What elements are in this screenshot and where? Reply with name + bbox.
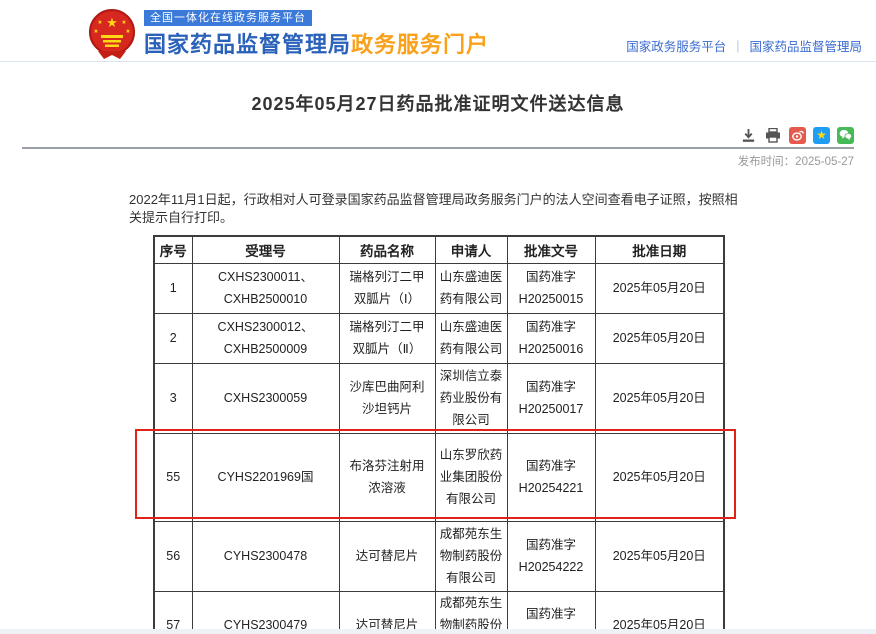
site-title: 国家药品监督管理局政务服务门户	[144, 27, 489, 59]
table-cell: CYHS2300479	[192, 591, 339, 634]
site-header: ★ ★ ★ ★ ★ 全国一体化在线政务服务平台 国家药品监督管理局政务服务门户 …	[0, 0, 876, 62]
svg-text:★: ★	[97, 19, 102, 26]
nav-link-nmpa[interactable]: 国家药品监督管理局	[749, 36, 862, 55]
column-header-seq: 序号	[154, 236, 192, 263]
column-header-acceptance-no: 受理号	[192, 236, 339, 263]
table-row: 57 CYHS2300479 达可替尼片 成都苑东生 物制药股份 有限公司 国药…	[154, 591, 724, 634]
weibo-icon	[792, 129, 804, 141]
table-cell: 达可替尼片	[339, 591, 435, 634]
table-cell: 57	[154, 591, 192, 634]
table-cell: 国药准字 H20250017	[507, 363, 595, 433]
table-cell: 国药准字 H20254221	[507, 433, 595, 521]
table-cell: 2025年05月20日	[595, 313, 724, 363]
download-icon	[741, 128, 756, 143]
print-button[interactable]	[764, 126, 782, 144]
table-cell: CXHS2300012、 CXHB2500009	[192, 313, 339, 363]
print-icon	[765, 128, 781, 143]
table-cell: 1	[154, 263, 192, 313]
svg-text:★: ★	[93, 28, 98, 35]
national-emblem-icon: ★ ★ ★ ★ ★	[88, 9, 136, 59]
table-cell: 山东盛迪医 药有限公司	[435, 313, 507, 363]
nav-link-gov-service-platform[interactable]: 国家政务服务平台	[626, 36, 726, 55]
table-row-highlighted: 55 CYHS2201969国 布洛芬注射用 浓溶液 山东罗欣药 业集团股份 有…	[154, 433, 724, 521]
page: ★ ★ ★ ★ ★ 全国一体化在线政务服务平台 国家药品监督管理局政务服务门户 …	[0, 0, 876, 634]
site-title-agency: 国家药品监督管理局	[144, 32, 351, 57]
table-cell: 瑞格列汀二甲 双胍片（Ⅰ）	[339, 263, 435, 313]
table-cell: 2025年05月20日	[595, 263, 724, 313]
table-cell: 2025年05月20日	[595, 521, 724, 591]
table-row: 2 CXHS2300012、 CXHB2500009 瑞格列汀二甲 双胍片（Ⅱ）…	[154, 313, 724, 363]
site-title-portal: 政务服务门户	[351, 32, 489, 57]
bottom-strip	[0, 629, 876, 634]
table-cell: 瑞格列汀二甲 双胍片（Ⅱ）	[339, 313, 435, 363]
table-cell: 55	[154, 433, 192, 521]
brand-text: 全国一体化在线政务服务平台 国家药品监督管理局政务服务门户	[144, 8, 489, 59]
table-cell: 沙库巴曲阿利 沙坦钙片	[339, 363, 435, 433]
title-divider	[22, 147, 854, 149]
table-cell: 2025年05月20日	[595, 591, 724, 634]
column-header-drug-name: 药品名称	[339, 236, 435, 263]
table-cell: CYHS2201969国	[192, 433, 339, 521]
table-cell: 国药准字 H20254223	[507, 591, 595, 634]
table-cell: 成都苑东生 物制药股份 有限公司	[435, 591, 507, 634]
page-title: 2025年05月27日药品批准证明文件送达信息	[0, 90, 876, 116]
approval-table: 序号 受理号 药品名称 申请人 批准文号 批准日期 1 CXHS2300011、…	[153, 235, 725, 634]
site-brand: ★ ★ ★ ★ ★ 全国一体化在线政务服务平台 国家药品监督管理局政务服务门户	[88, 8, 489, 59]
download-button[interactable]	[739, 126, 757, 144]
approval-table-wrap: 序号 受理号 药品名称 申请人 批准文号 批准日期 1 CXHS2300011、…	[153, 235, 723, 634]
notice-text: 2022年11月1日起，行政相对人可登录国家药品监督管理局政务服务门户的法人空间…	[129, 191, 747, 227]
publish-time: 发布时间：2025-05-27	[22, 153, 854, 169]
table-cell: 3	[154, 363, 192, 433]
qzone-share-button[interactable]: ★	[813, 127, 830, 144]
table-cell: 国药准字 H20254222	[507, 521, 595, 591]
table-cell: 国药准字 H20250015	[507, 263, 595, 313]
table-cell: 2025年05月20日	[595, 363, 724, 433]
table-cell: 56	[154, 521, 192, 591]
column-header-approval-date: 批准日期	[595, 236, 724, 263]
top-nav: 国家政务服务平台 | 国家药品监督管理局	[626, 36, 862, 55]
table-row: 1 CXHS2300011、 CXHB2500010 瑞格列汀二甲 双胍片（Ⅰ）…	[154, 263, 724, 313]
table-cell: 2025年05月20日	[595, 433, 724, 521]
table-cell: CYHS2300478	[192, 521, 339, 591]
table-header-row: 序号 受理号 药品名称 申请人 批准文号 批准日期	[154, 236, 724, 263]
table-row: 56 CYHS2300478 达可替尼片 成都苑东生 物制药股份 有限公司 国药…	[154, 521, 724, 591]
column-header-approval-no: 批准文号	[507, 236, 595, 263]
weibo-share-button[interactable]	[789, 127, 806, 144]
svg-text:★: ★	[125, 28, 130, 35]
qzone-star-icon: ★	[816, 129, 827, 141]
table-cell: CXHS2300059	[192, 363, 339, 433]
wechat-share-button[interactable]	[837, 127, 854, 144]
table-row: 3 CXHS2300059 沙库巴曲阿利 沙坦钙片 深圳信立泰 药业股份有 限公…	[154, 363, 724, 433]
table-cell: 山东盛迪医 药有限公司	[435, 263, 507, 313]
table-cell: 2	[154, 313, 192, 363]
table-cell: 达可替尼片	[339, 521, 435, 591]
table-cell: 布洛芬注射用 浓溶液	[339, 433, 435, 521]
table-cell: 国药准字 H20250016	[507, 313, 595, 363]
table-cell: CXHS2300011、 CXHB2500010	[192, 263, 339, 313]
table-cell: 成都苑东生 物制药股份 有限公司	[435, 521, 507, 591]
wechat-icon	[839, 129, 852, 141]
table-cell: 山东罗欣药 业集团股份 有限公司	[435, 433, 507, 521]
platform-badge: 全国一体化在线政务服务平台	[144, 10, 312, 26]
svg-text:★: ★	[121, 19, 126, 26]
table-cell: 深圳信立泰 药业股份有 限公司	[435, 363, 507, 433]
article-toolbar: ★	[22, 126, 854, 144]
svg-text:★: ★	[106, 15, 118, 30]
nav-separator: |	[736, 39, 739, 53]
column-header-applicant: 申请人	[435, 236, 507, 263]
